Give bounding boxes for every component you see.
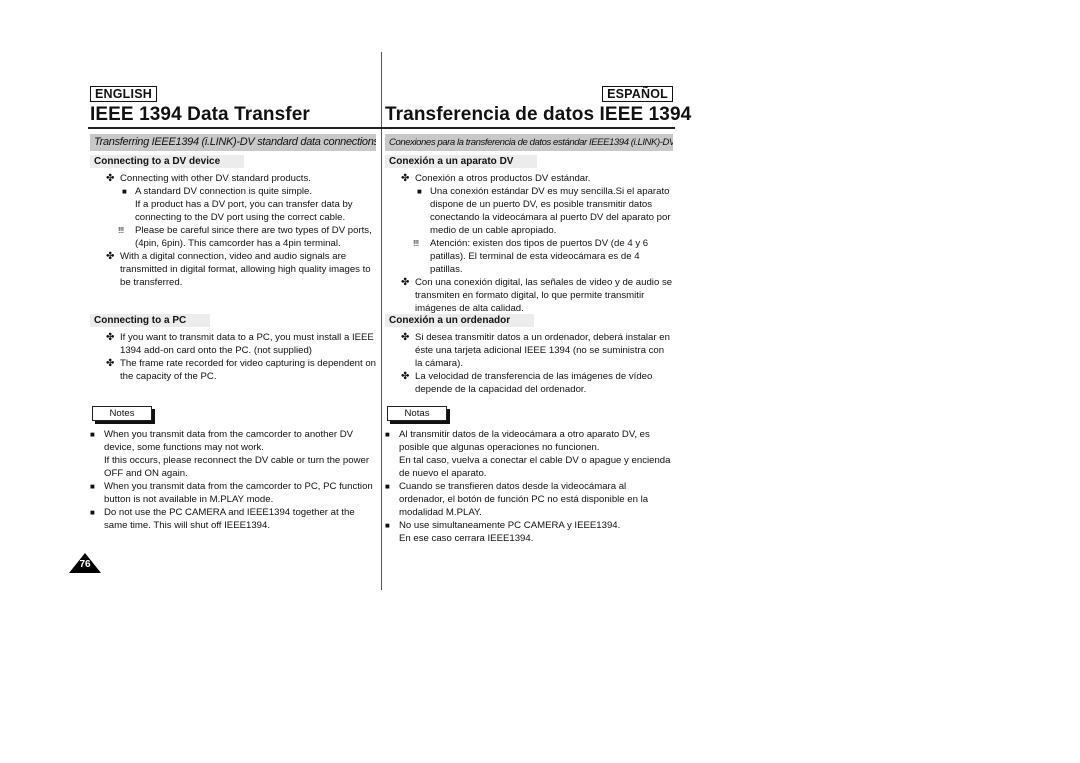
note-item: En ese caso cerrara IEEE1394.	[399, 533, 534, 544]
list-item: ✤ If you want to transmit data to a PC, y…	[106, 332, 374, 356]
bullet-cross-icon: ✤	[401, 371, 410, 382]
list-item: ✤ With a digital connection, video and au…	[106, 251, 371, 288]
list-item: ✤ Con una conexión digital, las señales d…	[401, 277, 673, 314]
page-number-triangle-icon: 76	[69, 553, 101, 573]
dv-device-list: ✤ Conexión a otros productos DV estándar.…	[385, 172, 673, 315]
bullet-cross-icon: ✤	[106, 173, 115, 184]
note-item: ■ Do not use the PC CAMERA and IEEE1394 t…	[90, 507, 355, 531]
subheading-pc: Connecting to a PC	[90, 314, 211, 327]
list-item: !!! Atención: existen dos tipos de puerto…	[413, 238, 649, 275]
note-item: ■ Al transmitir datos de la videocámara a…	[385, 429, 650, 453]
bullet-cross-icon: ✤	[106, 358, 115, 369]
list-item: ■ Una conexión estándar DV es muy sencill…	[417, 186, 671, 236]
list-item: ✤ Si desea transmitir datos a un ordenado…	[401, 332, 670, 369]
language-label-english: ENGLISH	[90, 86, 157, 102]
note-item: ■ When you transmit data from the camcord…	[90, 429, 354, 453]
bullet-cross-icon: ✤	[106, 251, 115, 262]
list-item: ✤ La velocidad de transferencia de las im…	[401, 371, 653, 395]
notes-list: ■ When you transmit data from the camcord…	[90, 428, 376, 532]
language-label-spanish: ESPAÑOL	[602, 86, 673, 102]
note-item: If this occurs, please reconnect the DV …	[104, 455, 370, 479]
bullet-square-icon: ■	[90, 508, 95, 517]
pc-list: ✤ If you want to transmit data to a PC, y…	[90, 331, 376, 383]
pc-list: ✤ Si desea transmitir datos a un ordenado…	[385, 331, 673, 396]
bullet-square-icon: ■	[90, 430, 95, 439]
title-rule	[88, 127, 381, 129]
subheading-dv-device: Conexión a un aparato DV	[385, 155, 538, 168]
notes-label: Notas	[387, 406, 447, 421]
list-item: ✤ Conexión a otros productos DV estándar.	[401, 173, 591, 184]
bullet-cross-icon: ✤	[401, 277, 410, 288]
page-title-english: IEEE 1394 Data Transfer	[90, 104, 310, 125]
dv-device-list: ✤ Connecting with other DV standard produ…	[90, 172, 376, 289]
list-item: ✤ The frame rate recorded for video captu…	[106, 358, 376, 382]
notes-label: Notes	[92, 406, 152, 421]
bullet-cross-icon: ✤	[401, 332, 410, 343]
list-item: If a product has a DV port, you can tran…	[135, 199, 353, 223]
list-item: !!! Please be careful since there are two…	[118, 225, 372, 249]
bullet-square-icon: ■	[417, 187, 422, 196]
warning-marker-icon: !!!	[118, 225, 124, 235]
bullet-square-icon: ■	[122, 187, 127, 196]
subheading-pc: Conexión a un ordenador	[385, 314, 535, 327]
section-bar-spanish: Conexiones para la transferencia de dato…	[385, 134, 673, 151]
section-bar-english: Transferring IEEE1394 (i.LINK)-DV standa…	[90, 134, 376, 151]
bullet-cross-icon: ✤	[401, 173, 410, 184]
list-item: ■ A standard DV connection is quite simpl…	[122, 186, 313, 197]
note-item: ■ When you transmit data from the camcord…	[90, 481, 373, 505]
column-divider	[381, 52, 382, 590]
warning-marker-icon: !!!	[413, 238, 419, 248]
bullet-square-icon: ■	[385, 482, 390, 491]
bullet-cross-icon: ✤	[106, 332, 115, 343]
bullet-square-icon: ■	[385, 430, 390, 439]
page-number: 76	[79, 559, 91, 570]
list-item: ✤ Connecting with other DV standard produ…	[106, 173, 311, 184]
note-item: ■ No use simultaneamente PC CAMERA y IEEE…	[385, 520, 621, 531]
bullet-square-icon: ■	[90, 482, 95, 491]
notes-list: ■ Al transmitir datos de la videocámara a…	[385, 428, 673, 545]
subheading-dv-device: Connecting to a DV device	[90, 155, 245, 168]
page-title-spanish: Transferencia de datos IEEE 1394	[385, 104, 692, 125]
note-item: ■ Cuando se transfieren datos desde la vi…	[385, 481, 649, 518]
note-item: En tal caso, vuelva a conectar el cable …	[399, 455, 671, 479]
title-rule	[381, 127, 675, 129]
bullet-square-icon: ■	[385, 521, 390, 530]
